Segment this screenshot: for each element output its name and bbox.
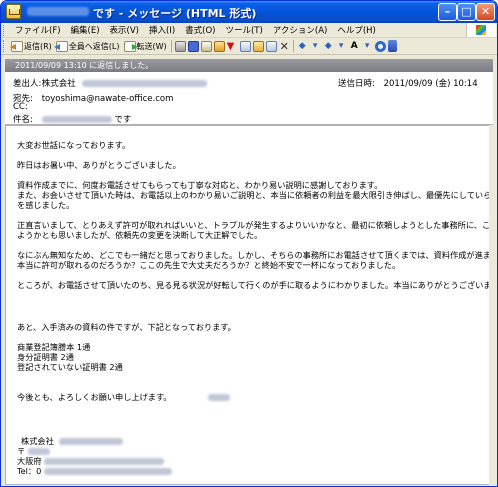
sent-label: 送信日時: bbox=[338, 79, 375, 89]
rules-icon[interactable] bbox=[239, 40, 251, 52]
menu-insert[interactable]: 挿入(I) bbox=[144, 24, 180, 36]
signature-address-text: 大阪府 bbox=[17, 456, 42, 466]
signature-zip-text: 〒 bbox=[17, 446, 26, 456]
reply-all-button[interactable]: 全員へ返信(L) bbox=[53, 39, 122, 54]
minimize-button[interactable]: – bbox=[438, 3, 457, 21]
signature-address-redacted bbox=[44, 458, 165, 465]
menu-grip-icon[interactable] bbox=[3, 24, 6, 36]
font-dropdown-icon[interactable]: ▾ bbox=[362, 41, 373, 52]
reply-button[interactable]: 返信(R) bbox=[9, 39, 54, 54]
reply-all-label: 全員へ返信(L) bbox=[68, 41, 120, 51]
signature-tel-redacted bbox=[43, 468, 172, 475]
body-paragraph: ようかとも思いましたが、依頼先の変更を決断して大正解でした。 bbox=[17, 230, 263, 240]
menu-view[interactable]: 表示(V) bbox=[105, 24, 144, 36]
toolbar-separator bbox=[170, 40, 172, 52]
reply-label: 返信(R) bbox=[24, 41, 52, 51]
closing-name-redacted bbox=[208, 394, 231, 401]
menu-format[interactable]: 書式(O) bbox=[180, 24, 220, 36]
cc-label: CC: bbox=[13, 102, 28, 112]
signature-tel-text: Tel：0 bbox=[17, 466, 42, 476]
message-body[interactable]: 大変お世話になっております。 昨日はお暑い中、ありがとうございました。 資料作成… bbox=[5, 125, 493, 485]
closing-text: 今後とも、よろしくお願い申し上げます。 bbox=[17, 392, 172, 402]
flag-icon[interactable]: ▼ bbox=[227, 41, 238, 52]
subject-redacted bbox=[41, 116, 112, 123]
toolbar: 返信(R) 全員へ返信(L) 転送(W) ▼ ✕ ◆ ▾ ◆ ▾ A ▾ bbox=[1, 38, 497, 55]
title-redacted bbox=[27, 7, 89, 16]
reply-info-bar: 2011/09/09 13:10 に返信しました。 bbox=[5, 59, 493, 72]
from-label: 差出人: bbox=[13, 79, 42, 89]
window-title: です - メッセージ (HTML 形式) bbox=[93, 7, 257, 20]
body-paragraph: 大変お世話になっております。 bbox=[17, 140, 131, 150]
signature-tel: Tel：0 bbox=[17, 466, 172, 476]
menu-bar: ファイル(F) 編集(E) 表示(V) 挿入(I) 書式(O) ツール(T) ア… bbox=[1, 23, 497, 38]
signature-company-redacted bbox=[59, 438, 124, 445]
reply-all-icon bbox=[53, 40, 68, 52]
sent-row: 送信日時: 2011/09/09 (金) 10:14 bbox=[338, 77, 478, 89]
body-paragraph: 資料作成までに、何度お電話させてもらっても丁寧な対応と、わかり易い説明に感謝して… bbox=[17, 180, 383, 190]
address-book-icon[interactable] bbox=[265, 40, 277, 52]
body-paragraph: 正直言いまして、とりあえず許可が取れればいいと、トラブルが発生するよりいいかなと… bbox=[17, 220, 493, 230]
forward-icon bbox=[123, 40, 138, 52]
save-icon[interactable] bbox=[187, 40, 199, 52]
reply-icon bbox=[10, 40, 23, 52]
body-paragraph: 今後とも、よろしくお願い申し上げます。 bbox=[17, 392, 231, 402]
from-redacted bbox=[82, 80, 208, 87]
menu-file[interactable]: ファイル(F) bbox=[10, 24, 66, 36]
message-app-icon[interactable] bbox=[6, 4, 21, 19]
body-paragraph: なにぶん無知なため、どこでも一緒だと思っておりました。しかし、そちらの事務所にお… bbox=[17, 250, 492, 260]
mail-icon[interactable] bbox=[213, 40, 225, 52]
window-frame-right bbox=[489, 125, 493, 485]
maximize-button[interactable]: □ bbox=[457, 3, 476, 21]
body-paragraph: 身分証明書 2通 bbox=[17, 352, 74, 362]
message-headers: 差出人: 株式会社 送信日時: 2011/09/09 (金) 10:14 宛先:… bbox=[5, 72, 493, 125]
help-icon[interactable] bbox=[374, 40, 386, 52]
body-paragraph: あと、入手済みの資料の件ですが、下記となっております。 bbox=[17, 322, 236, 332]
next-dropdown-icon[interactable]: ▾ bbox=[336, 41, 347, 52]
categorize-icon[interactable] bbox=[200, 40, 212, 52]
body-paragraph: 昨日はお暑い中、ありがとうございました。 bbox=[17, 160, 181, 170]
title-bar[interactable]: です - メッセージ (HTML 形式) – □ ✕ bbox=[1, 1, 497, 23]
from-row: 差出人: 株式会社 bbox=[13, 77, 208, 89]
windows-logo-icon bbox=[466, 23, 496, 37]
from-value[interactable]: 株式会社 bbox=[42, 79, 76, 89]
previous-dropdown-icon[interactable]: ▾ bbox=[310, 41, 321, 52]
signature-company-text: 株式会社 bbox=[21, 436, 54, 446]
toolbar-options-icon[interactable] bbox=[387, 40, 397, 52]
to-value[interactable]: toyoshima@nawate-office.com bbox=[42, 94, 174, 104]
signature-zip: 〒 bbox=[17, 446, 50, 456]
toolbar-grip-icon[interactable] bbox=[3, 40, 6, 52]
body-paragraph: 本当に許可が取れるのだろうか？ここの先生で大丈夫だろうか？と終始不安で一杯になっ… bbox=[17, 260, 401, 270]
menu-tools[interactable]: ツール(T) bbox=[220, 24, 267, 36]
menu-actions[interactable]: アクション(A) bbox=[268, 24, 333, 36]
cc-row: CC: bbox=[13, 102, 39, 112]
sent-value: 2011/09/09 (金) 10:14 bbox=[383, 79, 478, 89]
menu-help[interactable]: ヘルプ(H) bbox=[332, 24, 381, 36]
body-paragraph: を感じました。 bbox=[17, 200, 75, 210]
body-paragraph: ところが、お電話させて頂いたのち、見る見る状況が好転して行くのが手に取るようにわ… bbox=[17, 280, 493, 290]
body-paragraph: また、お会いさせて頂いた時は、お電話以上のわかり易いご説明と、本当に依頼者の利益… bbox=[17, 190, 493, 200]
menu-edit[interactable]: 編集(E) bbox=[66, 24, 105, 36]
body-paragraph: 登記されていない証明書 2通 bbox=[17, 362, 123, 372]
print-icon[interactable] bbox=[174, 40, 186, 52]
body-paragraph: 商業登記簿謄本 1通 bbox=[17, 342, 91, 352]
font-size-icon[interactable]: A bbox=[349, 41, 360, 52]
next-item-icon[interactable]: ◆ bbox=[323, 41, 334, 52]
forward-label: 転送(W) bbox=[136, 41, 167, 51]
signature-company: 株式会社 bbox=[17, 436, 124, 446]
forward-button[interactable]: 転送(W) bbox=[122, 39, 169, 54]
previous-item-icon[interactable]: ◆ bbox=[297, 41, 308, 52]
delete-icon[interactable]: ✕ bbox=[279, 41, 290, 52]
close-button[interactable]: ✕ bbox=[476, 3, 495, 21]
message-window: です - メッセージ (HTML 形式) – □ ✕ ファイル(F) 編集(E)… bbox=[0, 0, 498, 487]
signature-address: 大阪府 bbox=[17, 456, 165, 466]
move-folder-icon[interactable] bbox=[252, 40, 264, 52]
signature-zip-redacted bbox=[27, 448, 50, 455]
toolbar-separator bbox=[292, 40, 294, 52]
